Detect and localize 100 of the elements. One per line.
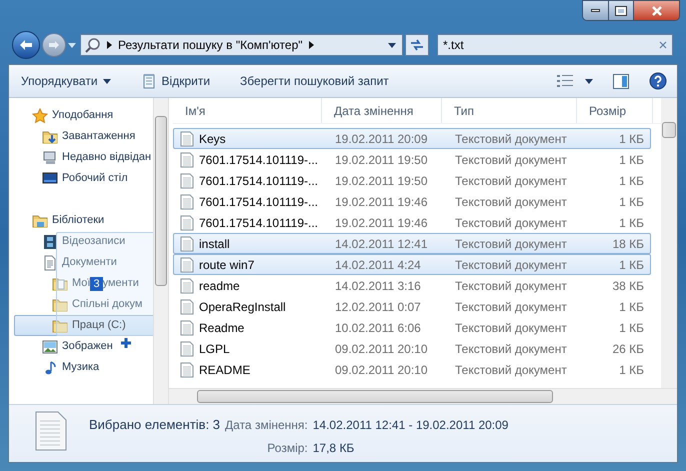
- address-bar[interactable]: Результати пошуку в "Комп'ютер": [80, 34, 403, 56]
- table-cell: 19.02.2011 19:50: [335, 152, 428, 166]
- folder-icon: [52, 276, 68, 292]
- maximize-button[interactable]: [609, 1, 634, 20]
- breadcrumb[interactable]: Результати пошуку в "Комп'ютер": [118, 36, 303, 54]
- column-header[interactable]: Дата змінення: [322, 98, 442, 123]
- table-row[interactable]: 7601.17514.101119-... 19.02.2011 19:50 Текстовий документ 1 КБ: [173, 170, 651, 191]
- table-row[interactable]: Keys 19.02.2011 20:09 Текстовий документ 1 КБ: [173, 128, 651, 149]
- table-row[interactable]: 7601.17514.101119-... 19.02.2011 19:50 Текстовий документ 1 КБ: [173, 149, 651, 170]
- table-cell-text: install: [199, 236, 230, 252]
- monitor-icon: [42, 170, 58, 186]
- folder-icon: [42, 128, 58, 144]
- table-row[interactable]: readme 14.02.2011 3:16 Текстовий документ 38 КБ: [173, 275, 651, 296]
- table-row[interactable]: Readme 10.02.2011 6:06 Текстовий документ 1 КБ: [173, 317, 651, 338]
- tree-item[interactable]: Мої: [72, 275, 90, 292]
- table-row[interactable]: install 14.02.2011 12:41 Текстовий документ 18 КБ: [173, 233, 651, 254]
- scrollbar[interactable]: [169, 388, 677, 404]
- table-cell-text: route win7: [199, 256, 254, 274]
- dropdown-icon[interactable]: [388, 42, 396, 48]
- text-file-icon: [180, 172, 194, 188]
- table-row[interactable]: 7601.17514.101119-... 19.02.2011 19:46 Текстовий документ 1 КБ: [173, 191, 651, 212]
- table-cell-text: Readme: [199, 320, 244, 336]
- text-file-icon: [35, 411, 67, 451]
- table-cell: 1 КБ: [619, 174, 644, 188]
- field-value: 17,8 КБ: [312, 440, 356, 456]
- refresh-icon: [410, 39, 424, 51]
- table-row[interactable]: LGPL 09.02.2011 20:10 Текстовий документ 26 КБ: [173, 338, 651, 359]
- scrollbar[interactable]: [153, 98, 169, 404]
- table-cell: Текстовий документ: [455, 132, 567, 146]
- table-cell-text: LGPL: [199, 340, 230, 358]
- table-row[interactable]: README 09.02.2011 20:10 Текстовий документ 1 КБ: [173, 359, 651, 380]
- table-cell: 10.02.2011 6:06: [335, 320, 421, 334]
- table-cell: 19.02.2011 19:46: [335, 194, 428, 208]
- search-input[interactable]: *.txt: [443, 36, 659, 54]
- toolbar-button[interactable]: Відкрити: [140, 72, 210, 90]
- table-cell: 19.02.2011 20:09: [335, 132, 428, 146]
- tree-item[interactable]: ументи: [102, 275, 139, 292]
- column-header[interactable]: Тип: [442, 98, 577, 123]
- tree-item[interactable]: Уподобання: [52, 107, 114, 124]
- help-icon[interactable]: [649, 72, 667, 90]
- field-label: Розмір:: [266, 440, 308, 456]
- table-cell: 14.02.2011 3:16: [335, 278, 421, 292]
- tree-item[interactable]: Музика: [62, 359, 100, 376]
- toolbar-button[interactable]: Зберегти пошуковий запит: [240, 72, 389, 90]
- field-label: Дата змінення:: [225, 417, 308, 434]
- tree-item[interactable]: Завантаження: [62, 128, 136, 145]
- back-button[interactable]: [12, 31, 40, 59]
- column-header[interactable]: Розмір: [577, 98, 653, 123]
- tree-item[interactable]: Праця (C:): [14, 315, 153, 336]
- table-cell: Текстовий документ: [455, 320, 567, 334]
- folder-icon: [52, 296, 68, 312]
- table-cell: 1 КБ: [619, 132, 644, 146]
- minimize-button[interactable]: [583, 1, 609, 20]
- view-list-icon[interactable]: [557, 74, 573, 88]
- tree-item[interactable]: Робочий стіл: [62, 170, 128, 187]
- tree-item[interactable]: Зображен: [62, 338, 113, 355]
- tree-item[interactable]: Документи: [62, 254, 117, 271]
- table-cell: Текстовий документ: [455, 258, 567, 272]
- close-button[interactable]: [634, 1, 679, 20]
- table-cell: 09.02.2011 20:10: [335, 342, 428, 356]
- tree-item[interactable]: Спільні докум: [72, 296, 142, 313]
- clear-icon[interactable]: [659, 41, 667, 49]
- text-file-icon: [180, 214, 194, 230]
- table-cell: 18 КБ: [612, 236, 644, 250]
- table-row[interactable]: OperaRegInstall 12.02.2011 0:07 Текстовий документ 1 КБ: [173, 296, 651, 317]
- table-row[interactable]: 7601.17514.101119-... 19.02.2011 19:46 Текстовий документ 1 КБ: [173, 212, 651, 233]
- chevron-icon: [107, 41, 112, 49]
- star-icon: [32, 108, 48, 124]
- preview-pane-icon[interactable]: [613, 74, 629, 88]
- text-file-icon: [180, 362, 194, 378]
- table-cell-text: Keys: [199, 130, 226, 148]
- plus-cursor-icon: [120, 337, 132, 349]
- toolbar-button[interactable]: Упорядкувати: [21, 72, 111, 90]
- count-badge: 3: [90, 276, 103, 290]
- table-cell: Текстовий документ: [455, 194, 567, 208]
- computer-icon: [42, 150, 58, 166]
- refresh-button[interactable]: [405, 34, 429, 56]
- table-cell: 1 КБ: [619, 152, 644, 166]
- text-file-icon: [180, 278, 194, 294]
- tree-item[interactable]: Відеозаписи: [62, 233, 126, 250]
- notepad-icon: [140, 73, 157, 89]
- search-field[interactable]: *.txt: [437, 34, 673, 56]
- dropdown-icon[interactable]: [585, 78, 593, 84]
- dropdown-icon: [102, 78, 111, 84]
- table-cell-text: 7601.17514.101119-...: [199, 152, 318, 168]
- table-cell-text: 7601.17514.101119-...: [199, 194, 318, 210]
- tree-item[interactable]: Бібліотеки: [52, 212, 104, 229]
- table-row[interactable]: route win7 14.02.2011 4:24 Текстовий документ 1 КБ: [173, 254, 651, 275]
- chevron-icon: [308, 41, 314, 49]
- forward-button[interactable]: [42, 33, 66, 57]
- table-cell: Текстовий документ: [455, 342, 567, 356]
- table-cell: Текстовий документ: [455, 362, 567, 376]
- table-cell: 1 КБ: [619, 216, 644, 230]
- table-cell-text: 7601.17514.101119-...: [199, 214, 318, 232]
- table-cell: Текстовий документ: [455, 174, 567, 188]
- text-file-icon: [180, 130, 194, 146]
- table-cell-text: 7601.17514.101119-...: [199, 172, 318, 190]
- tree-item[interactable]: Недавно відвідан: [62, 149, 152, 166]
- column-header[interactable]: Ім'я: [173, 98, 322, 123]
- scrollbar[interactable]: [661, 98, 677, 388]
